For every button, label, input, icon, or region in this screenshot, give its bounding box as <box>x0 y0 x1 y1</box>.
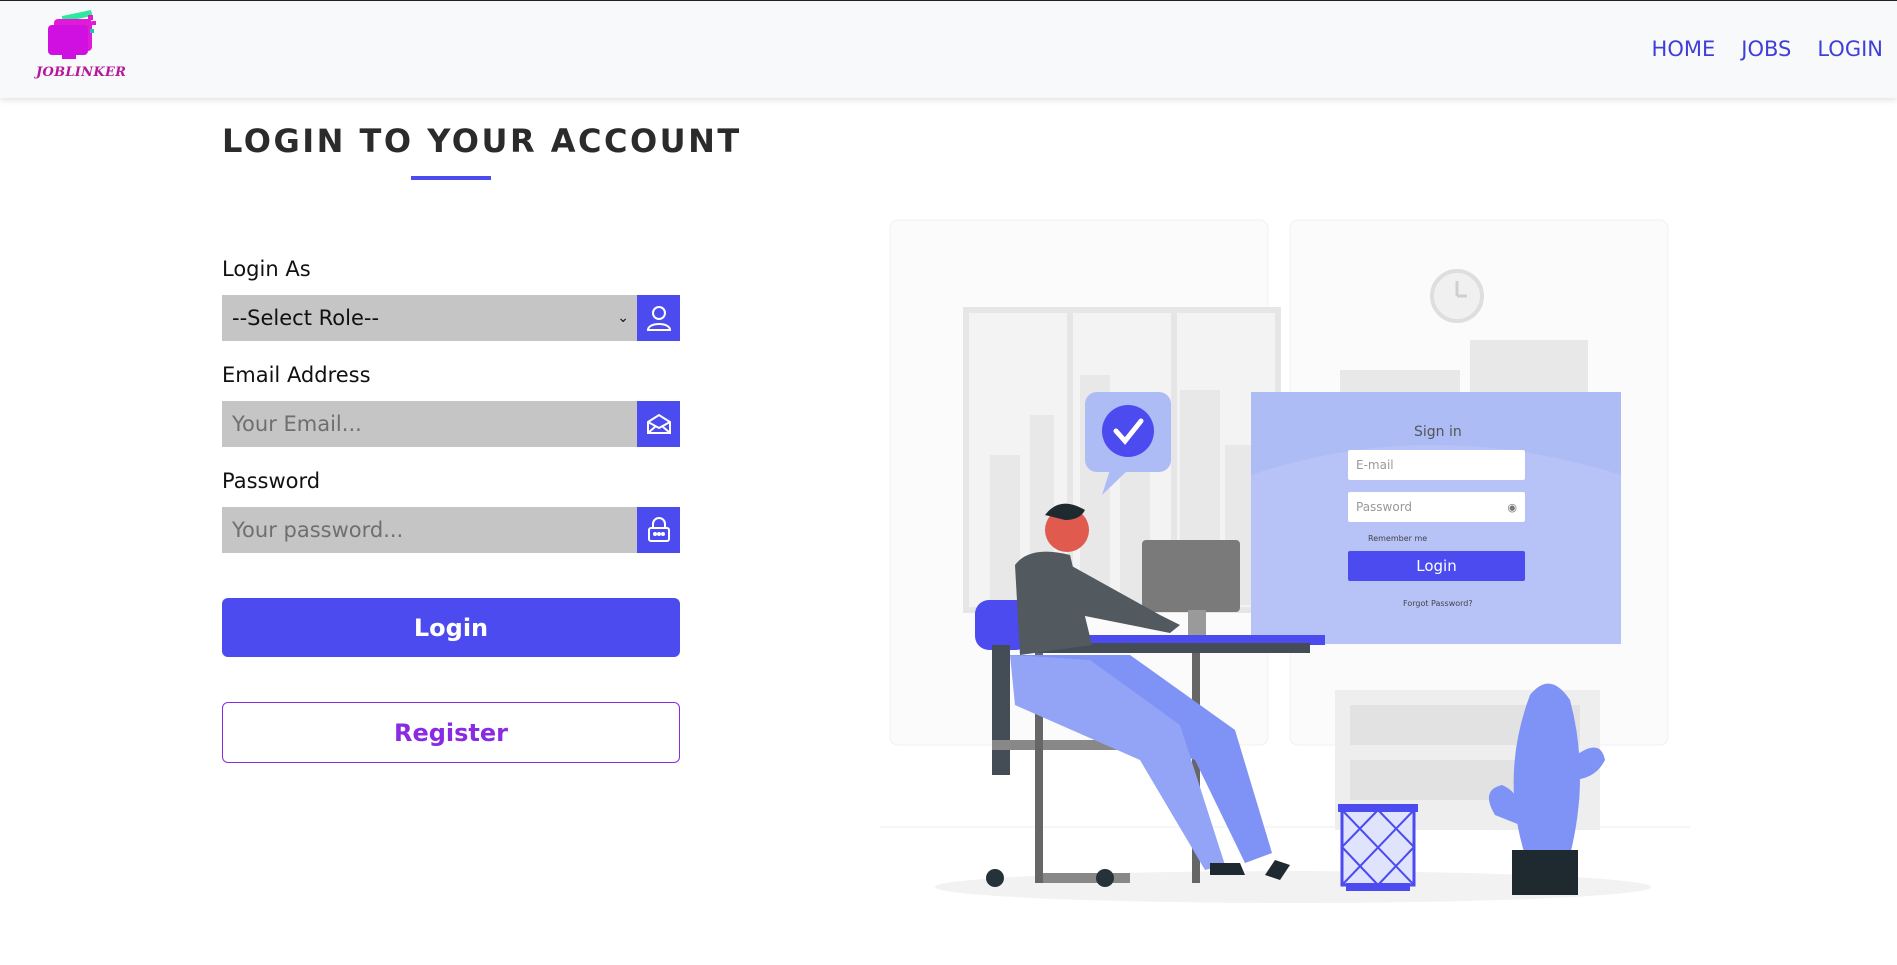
navbar: JOBLINKER HOME JOBS LOGIN <box>0 1 1897 98</box>
title-underline <box>411 176 491 180</box>
login-illustration <box>880 219 1690 903</box>
register-button[interactable]: Register <box>222 702 680 763</box>
chevron-down-icon: ⌄ <box>617 310 629 326</box>
page-title: LOGIN TO YOUR ACCOUNT <box>222 122 742 160</box>
email-field: Your Email... <box>222 401 680 447</box>
nav-login[interactable]: LOGIN <box>1817 37 1883 61</box>
user-icon <box>637 295 680 341</box>
mock-login-button: Login <box>1348 551 1525 581</box>
password-label: Password <box>222 469 321 493</box>
nav-home[interactable]: HOME <box>1652 37 1716 61</box>
nav-jobs[interactable]: JOBS <box>1741 37 1791 61</box>
mock-remember-me: Remember me <box>1368 534 1428 543</box>
role-field: --Select Role-- ⌄ <box>222 295 680 341</box>
email-label: Email Address <box>222 363 371 387</box>
password-field: Your password... <box>222 507 680 553</box>
mock-email-field: E-mail <box>1348 450 1525 480</box>
role-select[interactable]: --Select Role-- ⌄ <box>222 295 637 341</box>
role-label: Login As <box>222 257 311 281</box>
mock-forgot-link: Forgot Password? <box>1403 599 1473 608</box>
password-input[interactable]: Your password... <box>222 507 637 553</box>
mock-password-field: Password ◉ <box>1348 492 1525 522</box>
eye-icon: ◉ <box>1507 500 1517 514</box>
lock-icon <box>637 507 680 553</box>
envelope-icon <box>637 401 680 447</box>
logo-text: JOBLINKER <box>36 65 127 80</box>
mock-password-placeholder: Password <box>1356 500 1413 514</box>
mock-signin-title: Sign in <box>1414 424 1462 440</box>
role-select-value: --Select Role-- <box>232 306 380 330</box>
login-button[interactable]: Login <box>222 598 680 657</box>
email-input[interactable]: Your Email... <box>222 401 637 447</box>
main-nav: HOME JOBS LOGIN <box>1652 37 1883 61</box>
